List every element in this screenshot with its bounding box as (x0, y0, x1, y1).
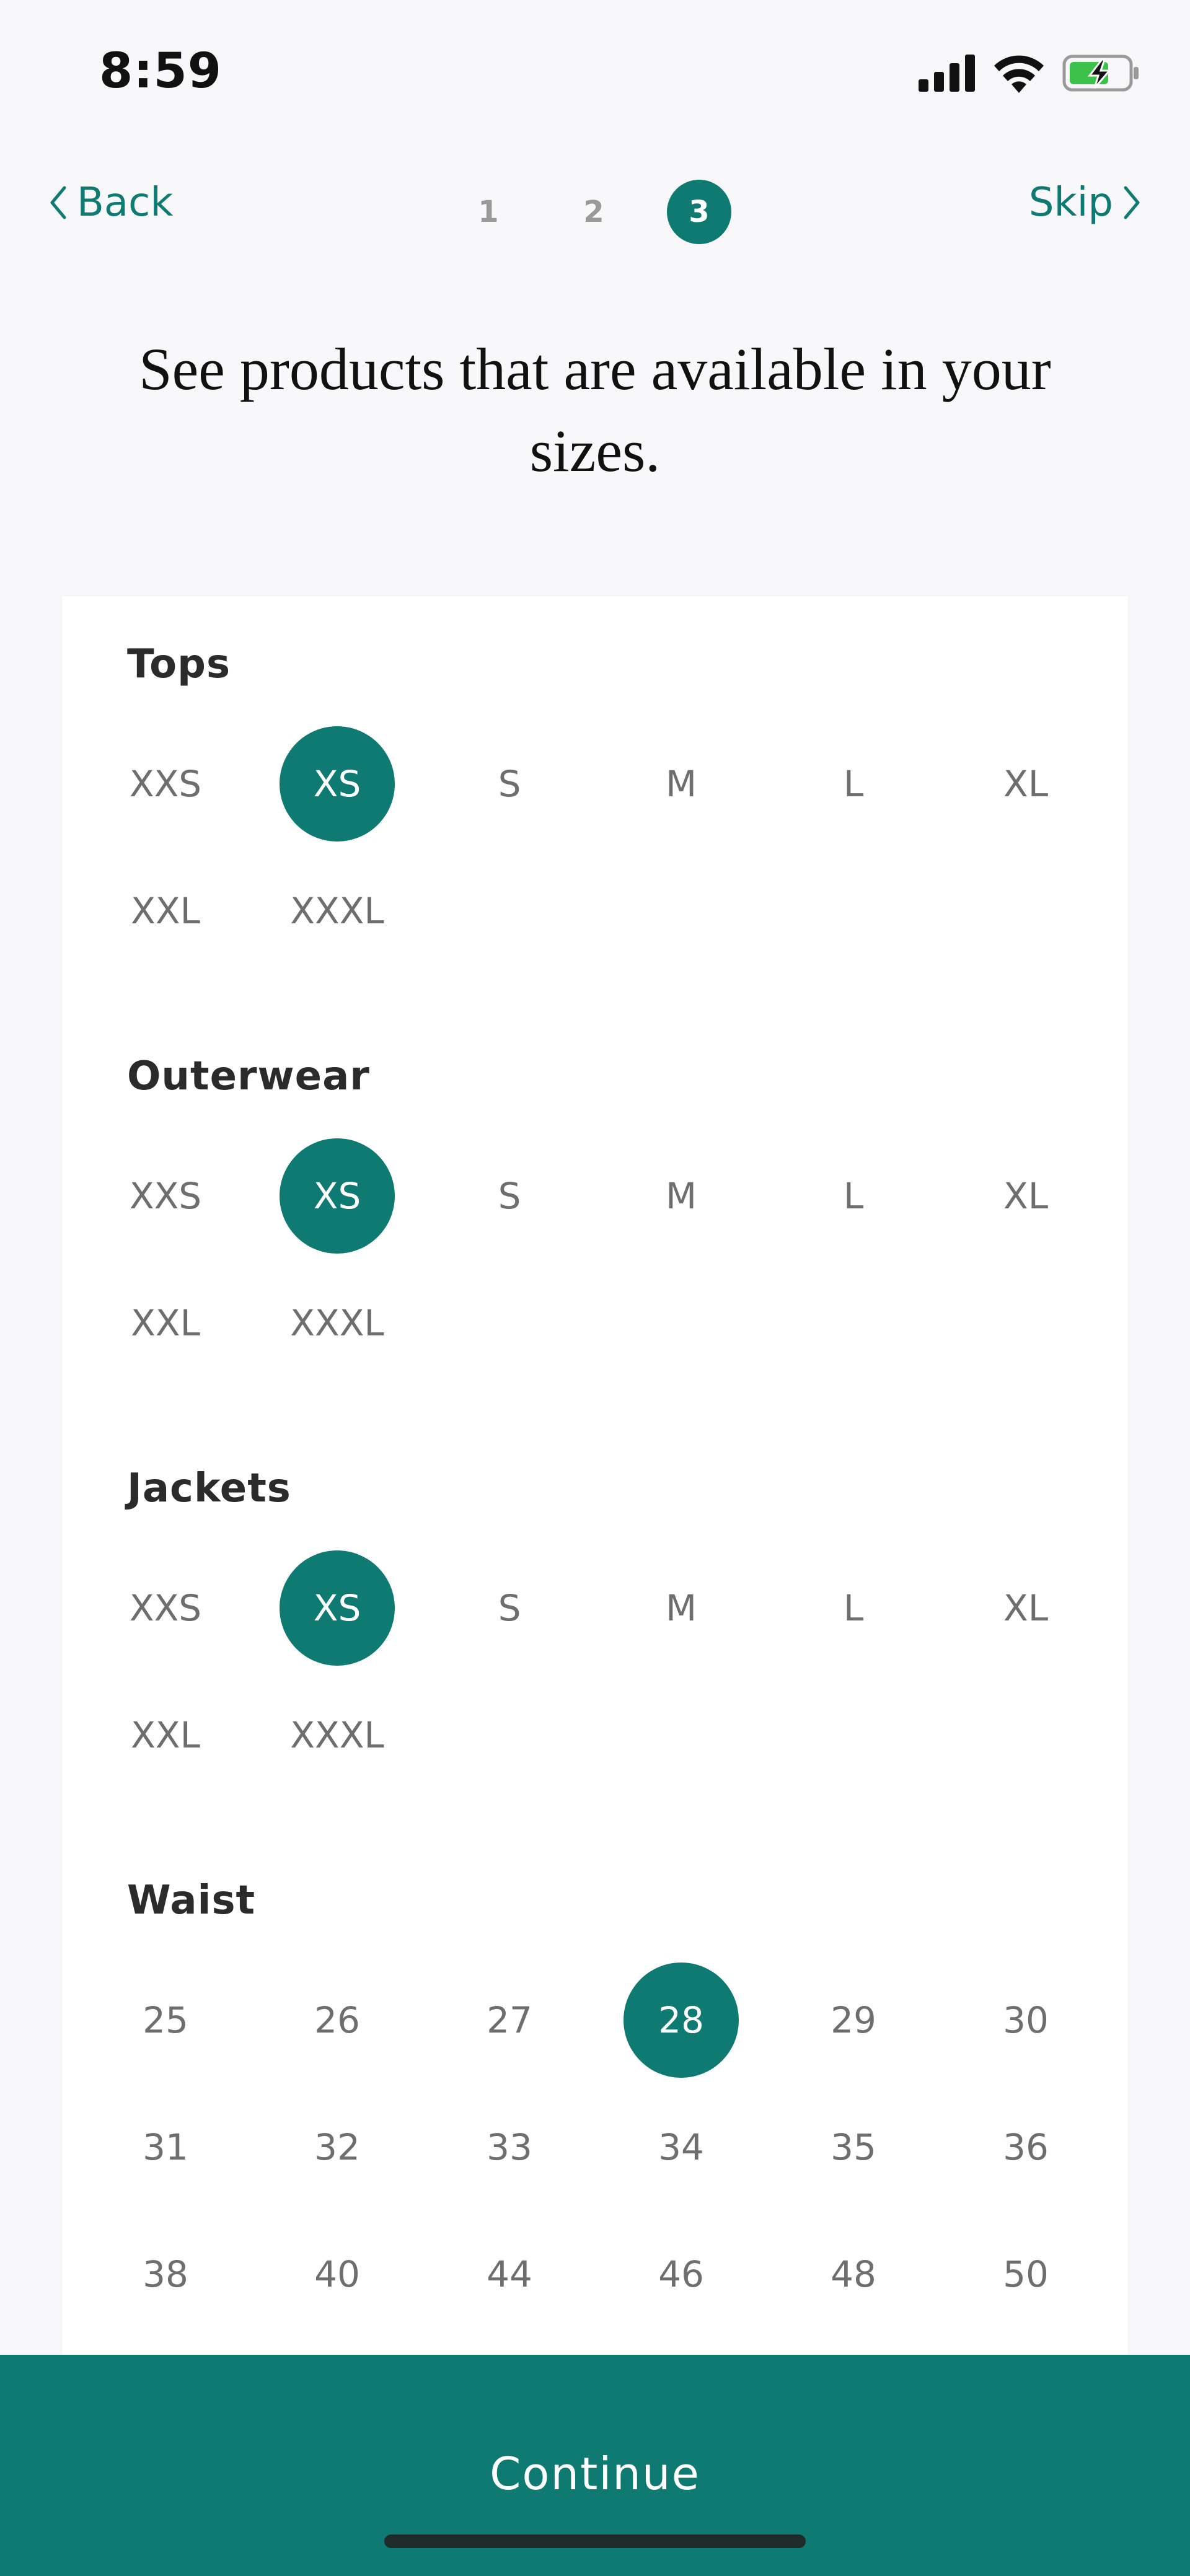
waist-size-option[interactable]: 48 (796, 2217, 911, 2332)
waist-size-option[interactable]: 40 (280, 2217, 395, 2332)
waist-size-option[interactable]: 36 (968, 2090, 1083, 2205)
jackets-size-option[interactable]: XXXL (280, 1677, 395, 1793)
tops-size-option[interactable]: L (796, 726, 911, 842)
size-selection-card: Tops XXS XS S M L XL XXL XXXL Outerwear XXS XS S M L XL… (62, 596, 1128, 2576)
jackets-size-option[interactable]: XL (968, 1550, 1083, 1666)
outerwear-size-option[interactable]: XS (280, 1138, 395, 1254)
jackets-size-option[interactable]: XS (280, 1550, 395, 1666)
outerwear-section-title: Outerwear (127, 1053, 370, 1099)
status-time: 8:59 (99, 43, 223, 99)
outerwear-size-option[interactable]: XXL (108, 1265, 223, 1381)
waist-size-option[interactable]: 30 (968, 1963, 1083, 2078)
continue-label: Continue (490, 2448, 700, 2500)
outerwear-size-option[interactable]: XXXL (280, 1265, 395, 1381)
waist-size-option[interactable]: 34 (624, 2090, 739, 2205)
waist-size-option[interactable]: 27 (452, 1963, 567, 2078)
waist-size-option[interactable]: 33 (452, 2090, 567, 2205)
tops-size-option[interactable]: XS (280, 726, 395, 842)
waist-size-option[interactable]: 44 (452, 2217, 567, 2332)
jackets-size-option[interactable]: XXS (108, 1550, 223, 1666)
waist-size-option[interactable]: 38 (108, 2217, 223, 2332)
onboarding-nav: Back 1 2 3 Skip (0, 167, 1190, 248)
skip-label: Skip (1028, 180, 1113, 226)
waist-size-option[interactable]: 35 (796, 2090, 911, 2205)
jackets-size-option[interactable]: M (624, 1550, 739, 1666)
page-headline: See products that are available in your … (139, 336, 1051, 484)
jackets-size-option[interactable]: L (796, 1550, 911, 1666)
waist-size-option[interactable]: 28 (624, 1963, 739, 2078)
waist-size-option[interactable]: 31 (108, 2090, 223, 2205)
waist-size-option[interactable]: 29 (796, 1963, 911, 2078)
jackets-size-option[interactable]: XXL (108, 1677, 223, 1793)
skip-button[interactable]: Skip (1029, 180, 1142, 226)
signal-icon (919, 55, 976, 94)
waist-size-option[interactable]: 46 (624, 2217, 739, 2332)
tops-size-option[interactable]: XL (968, 726, 1083, 842)
waist-size-option[interactable]: 32 (280, 2090, 395, 2205)
outerwear-size-option[interactable]: XXS (108, 1138, 223, 1254)
step-3-indicator: 3 (667, 180, 731, 244)
outerwear-size-option[interactable]: XL (968, 1138, 1083, 1254)
back-button[interactable]: Back (48, 180, 173, 226)
jackets-size-option[interactable]: S (452, 1550, 567, 1666)
tops-size-option[interactable]: S (452, 726, 567, 842)
waist-size-option[interactable]: 25 (108, 1963, 223, 2078)
battery-charging-icon (1062, 55, 1140, 94)
continue-button[interactable]: Continue (0, 2355, 1190, 2576)
waist-size-option[interactable]: 26 (280, 1963, 395, 2078)
chevron-left-icon (50, 186, 66, 219)
status-icons (919, 50, 1140, 99)
tops-size-option[interactable]: M (624, 726, 739, 842)
outerwear-size-option[interactable]: L (796, 1138, 911, 1254)
tops-size-option[interactable]: XXXL (280, 853, 395, 969)
home-indicator (384, 2534, 806, 2548)
back-label: Back (77, 180, 174, 226)
chevron-right-icon (1124, 186, 1140, 219)
tops-size-option[interactable]: XXS (108, 726, 223, 842)
waist-size-option[interactable]: 50 (968, 2217, 1083, 2332)
status-bar: 8:59 (0, 0, 1190, 143)
outerwear-size-option[interactable]: M (624, 1138, 739, 1254)
tops-size-option[interactable]: XXL (108, 853, 223, 969)
waist-section-title: Waist (127, 1878, 256, 1923)
step-2-indicator: 2 (583, 195, 604, 229)
wifi-icon (993, 53, 1045, 95)
outerwear-size-option[interactable]: S (452, 1138, 567, 1254)
jackets-section-title: Jackets (127, 1466, 291, 1511)
step-1-indicator: 1 (478, 195, 499, 229)
tops-section-title: Tops (127, 641, 231, 687)
